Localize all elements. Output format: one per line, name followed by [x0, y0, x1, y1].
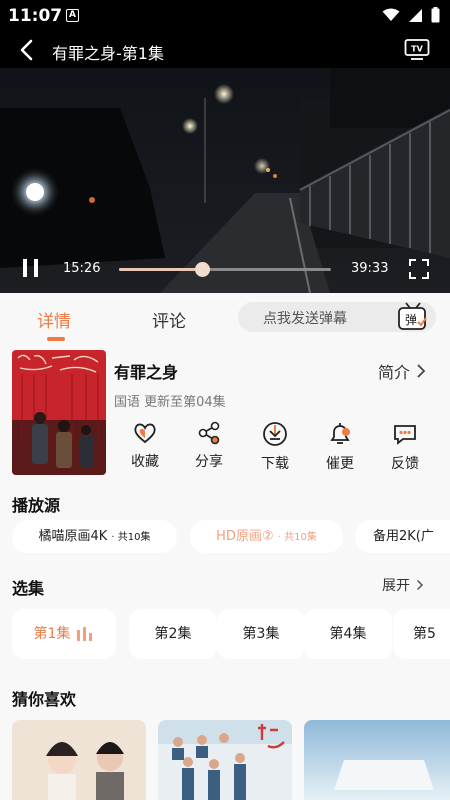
episode-label: 第2集 [154, 626, 192, 642]
feedback-icon [394, 425, 416, 445]
seek-handle[interactable] [194, 262, 210, 277]
battery-icon [431, 7, 440, 23]
seek-bar-played [119, 268, 202, 271]
feedback-label: 反馈 [391, 456, 419, 472]
player-controls: 15:26 39:33 [0, 252, 450, 286]
source-count: · 共10集 [277, 532, 317, 543]
show-meta: 国语 更新至第04集 [114, 395, 226, 410]
intro-link[interactable]: 简介 [378, 359, 426, 383]
tv-cast-icon[interactable]: TV [404, 37, 430, 61]
episode-label: 第3集 [242, 626, 280, 642]
feedback-button[interactable]: 反馈 [383, 421, 427, 473]
episode-item-selected[interactable]: 第1集 [12, 609, 116, 659]
chevron-right-icon [416, 579, 424, 591]
source-chip-selected[interactable]: HD原画② · 共10集 [190, 520, 343, 553]
episode-label: 第4集 [329, 626, 367, 642]
status-bar: 11:07 A [0, 0, 450, 32]
recommend-section-title: 猜你喜欢 [12, 690, 77, 709]
poster-image [12, 350, 106, 475]
expand-episodes-link[interactable]: 展开 [382, 575, 424, 595]
svg-text:TV: TV [411, 45, 423, 54]
show-poster[interactable] [12, 350, 106, 475]
bell-icon [330, 423, 350, 444]
detail-sheet: 详情 评论 点我发送弹幕 弹 有罪之身 简介 国语 更新至第04集 收藏 分享 … [0, 293, 450, 800]
download-icon [263, 422, 287, 446]
urge-update-label: 催更 [326, 456, 354, 472]
tab-detail[interactable]: 详情 [37, 307, 71, 332]
source-name: 备用2K(广 [373, 529, 434, 544]
tab-comments[interactable]: 评论 [152, 307, 186, 332]
recommend-card[interactable] [158, 720, 292, 800]
share-icon [198, 421, 220, 445]
back-icon[interactable] [16, 38, 40, 62]
share-label: 分享 [195, 454, 223, 470]
notification-badge: A [66, 9, 79, 22]
now-playing-icon [77, 627, 93, 641]
wifi-icon [382, 8, 400, 21]
danmaku-icon[interactable]: 弹 [396, 300, 430, 332]
tab-active-indicator [47, 337, 65, 341]
source-chip[interactable]: 备用2K(广 [355, 520, 450, 553]
show-title: 有罪之身 [114, 363, 179, 382]
danmaku-input[interactable]: 点我发送弹幕 弹 [238, 302, 436, 332]
recommend-card[interactable] [12, 720, 146, 800]
episode-label: 第1集 [33, 626, 71, 642]
download-button[interactable]: 下载 [253, 421, 297, 473]
recommend-card[interactable] [304, 720, 450, 800]
status-time: 11:07 [8, 6, 63, 26]
source-section-title: 播放源 [12, 496, 61, 515]
recommend-poster [304, 720, 450, 800]
episode-item[interactable]: 第3集 [217, 609, 305, 659]
intro-label: 简介 [378, 363, 411, 382]
status-icons [382, 7, 440, 23]
fullscreen-icon[interactable] [408, 258, 430, 280]
danmaku-icon-char: 弹 [405, 313, 417, 327]
episode-item[interactable]: 第2集 [129, 609, 217, 659]
heart-icon [134, 423, 156, 444]
urge-update-button[interactable]: 催更 [318, 421, 362, 473]
episode-item[interactable]: 第4集 [304, 609, 392, 659]
recommend-poster [158, 720, 292, 800]
cell-signal-icon [409, 8, 422, 22]
favorite-button[interactable]: 收藏 [123, 421, 167, 471]
expand-label: 展开 [382, 578, 410, 594]
source-count: · 共10集 [111, 532, 151, 543]
episode-label: 第5 [413, 626, 436, 642]
favorite-label: 收藏 [131, 454, 159, 470]
chevron-right-icon [417, 364, 426, 378]
recommend-poster [12, 720, 146, 800]
download-label: 下载 [261, 456, 289, 472]
episode-item[interactable]: 第5 [393, 609, 450, 659]
source-chip[interactable]: 橘喵原画4K · 共10集 [12, 520, 177, 553]
pause-icon[interactable] [22, 258, 40, 278]
video-title: 有罪之身-第1集 [52, 44, 164, 63]
player-header: 有罪之身-第1集 TV [0, 32, 450, 68]
danmaku-placeholder: 点我发送弹幕 [263, 311, 347, 327]
source-name: 橘喵原画4K [38, 529, 108, 544]
share-button[interactable]: 分享 [187, 421, 231, 471]
episodes-section-title: 选集 [12, 579, 45, 598]
seek-bar[interactable] [119, 262, 331, 277]
source-name: HD原画② [216, 529, 274, 544]
current-time: 15:26 [63, 261, 101, 276]
total-time: 39:33 [351, 261, 389, 276]
